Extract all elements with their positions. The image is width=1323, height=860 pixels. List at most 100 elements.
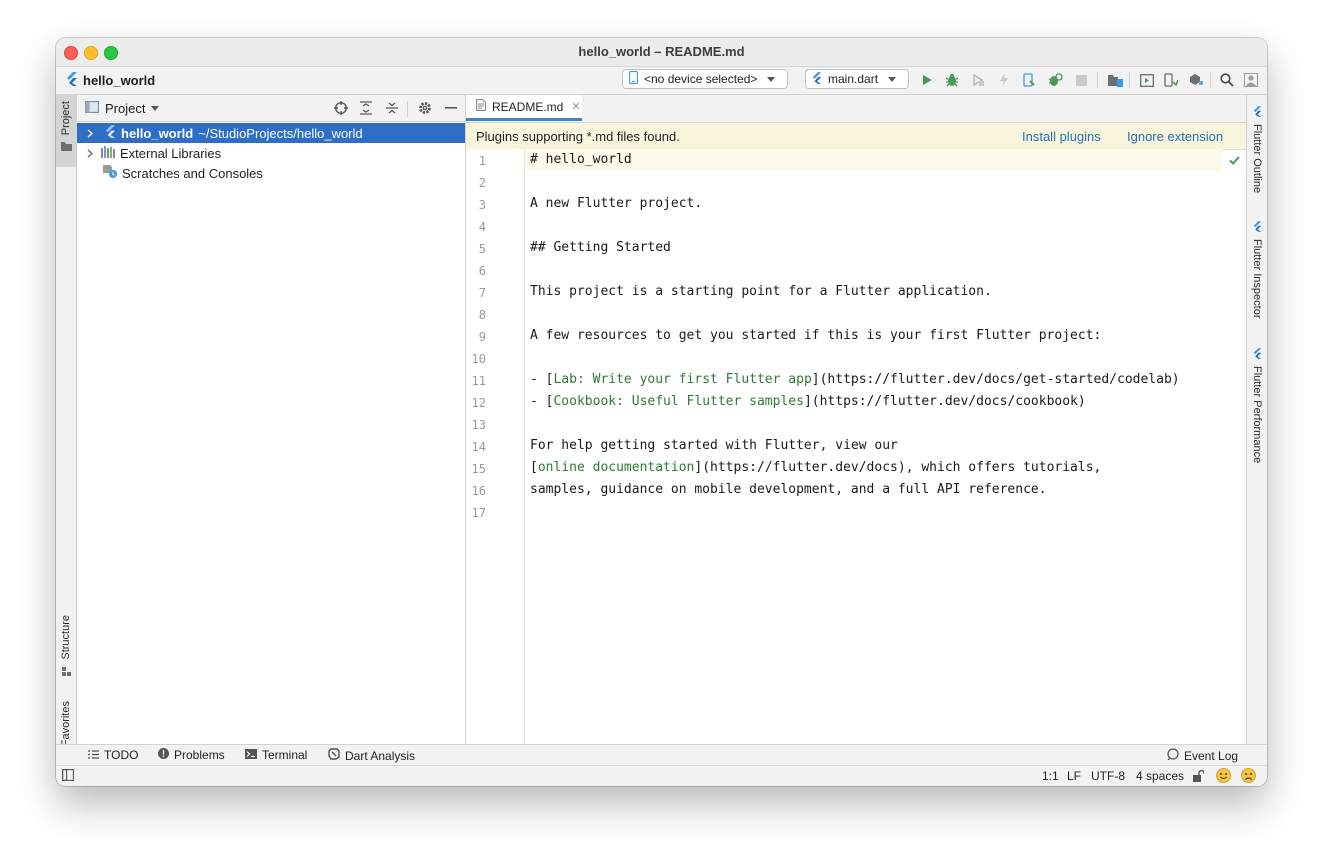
tool-dart-analysis[interactable]: Dart Analysis	[328, 748, 415, 763]
code-text: A few resources to get you started if th…	[530, 328, 1102, 343]
code-view[interactable]: 1 2 3 4 5 6 7 8 9 10 11 12 13 14 15 16 17 # hello_world A…	[466, 149, 1246, 745]
flutter-icon	[1253, 347, 1262, 362]
toolbar-divider	[1129, 72, 1130, 88]
line-number: 7	[478, 286, 486, 300]
breadcrumb-project[interactable]: hello_world	[83, 73, 155, 88]
code-text: ](https://flutter.dev/docs/cookbook)	[803, 394, 1086, 409]
device-selector[interactable]: <no device selected>	[622, 69, 788, 89]
tree-item-scratches[interactable]: Scratches and Consoles	[77, 163, 465, 183]
run-config-label: main.dart	[828, 72, 879, 86]
indent-setting[interactable]: 4 spaces	[1136, 769, 1184, 783]
code-line: This project is a starting point for a F…	[530, 284, 992, 299]
locate-icon[interactable]	[332, 99, 350, 117]
code-text: ](https://flutter.dev/docs), which offer…	[694, 460, 1102, 475]
file-encoding[interactable]: UTF-8	[1091, 769, 1125, 783]
code-text: - [	[530, 372, 554, 387]
tab-flutter-outline[interactable]: Flutter Outline	[1247, 105, 1267, 193]
tab-readme[interactable]: README.md ✕	[466, 95, 582, 121]
line-number: 16	[471, 484, 486, 498]
toggle-tool-windows-icon[interactable]	[62, 769, 74, 784]
close-tab-icon[interactable]: ✕	[571, 100, 580, 113]
line-number: 12	[471, 396, 486, 410]
coverage-icon[interactable]	[969, 71, 987, 89]
run-icon[interactable]	[918, 71, 936, 89]
project-tree: hello_world ~/StudioProjects/hello_world…	[77, 122, 465, 183]
line-number: 1	[478, 154, 486, 168]
line-number: 5	[478, 242, 486, 256]
user-avatar-icon[interactable]	[1242, 71, 1260, 89]
tab-flutter-outline-label: Flutter Outline	[1251, 124, 1263, 194]
code-line: [online documentation](https://flutter.d…	[530, 460, 1101, 475]
tool-problems[interactable]: Problems	[158, 748, 225, 762]
expand-all-icon[interactable]	[357, 99, 375, 117]
attach-debugger-icon[interactable]	[1020, 71, 1038, 89]
toolbar-divider	[1097, 72, 1098, 88]
gear-icon[interactable]	[416, 99, 434, 117]
line-separator[interactable]: LF	[1067, 769, 1081, 783]
collapse-all-icon[interactable]	[383, 99, 401, 117]
project-panel-header: Project	[77, 95, 465, 122]
hot-reload-icon[interactable]	[995, 71, 1013, 89]
ide-window: hello_world – README.md hello_world <no …	[56, 38, 1267, 786]
file-icon	[476, 99, 486, 114]
line-number: 11	[471, 374, 486, 388]
tab-project-label: Project	[60, 101, 72, 136]
flutter-icon	[812, 71, 822, 87]
tab-structure-label: Structure	[60, 615, 72, 660]
tab-flutter-performance[interactable]: Flutter Performance	[1247, 347, 1267, 463]
line-number: 3	[478, 198, 486, 212]
line-number: 10	[471, 352, 486, 366]
sdk-manager-icon[interactable]	[1187, 71, 1205, 89]
line-number: 6	[478, 264, 486, 278]
tab-project[interactable]: Project	[56, 95, 76, 167]
markdown-link-text: online documentation	[537, 460, 695, 475]
flutter-project-icon	[105, 125, 116, 141]
caret-position[interactable]: 1:1	[1042, 769, 1059, 783]
debug-icon[interactable]	[943, 71, 961, 89]
chevron-right-icon[interactable]	[83, 128, 97, 138]
markdown-link-text: Cookbook: Useful Flutter samples	[553, 394, 804, 409]
banner-message: Plugins supporting *.md files found.	[476, 129, 680, 144]
tool-todo-label: TODO	[104, 748, 139, 762]
code-line: # hello_world	[530, 152, 632, 167]
project-structure-icon[interactable]	[1106, 71, 1124, 89]
code-text: # hello_world	[530, 152, 632, 167]
flutter-icon	[1253, 105, 1262, 120]
run-config-selector[interactable]: main.dart	[805, 69, 909, 89]
code-line: - [Lab: Write your first Flutter app](ht…	[530, 372, 1180, 387]
code-text: samples, guidance on mobile development,…	[530, 482, 1047, 497]
stop-icon[interactable]	[1072, 71, 1090, 89]
flutter-icon	[1253, 220, 1262, 235]
tab-structure[interactable]: Structure	[56, 615, 76, 687]
line-number: 15	[471, 462, 486, 476]
happy-face-icon[interactable]	[1216, 768, 1231, 786]
tree-item-external-libraries[interactable]: External Libraries	[77, 143, 465, 163]
search-icon[interactable]	[1218, 71, 1236, 89]
code-text: - [	[530, 394, 554, 409]
install-plugins-link[interactable]: Install plugins	[1022, 129, 1101, 144]
code-line: ## Getting Started	[530, 240, 671, 255]
avd-manager-icon[interactable]	[1138, 71, 1156, 89]
project-view-selector[interactable]: Project	[85, 101, 160, 116]
ignore-extension-link[interactable]: Ignore extension	[1127, 129, 1223, 144]
tab-favorites-label: Favorites	[60, 701, 72, 747]
checkmark-icon[interactable]	[1229, 153, 1240, 168]
tree-item-hello-world[interactable]: hello_world ~/StudioProjects/hello_world	[77, 123, 465, 143]
hide-panel-icon[interactable]	[442, 99, 460, 117]
header-divider	[407, 101, 408, 117]
chevron-right-icon[interactable]	[83, 148, 97, 158]
device-manager-icon[interactable]	[1162, 71, 1180, 89]
info-icon	[158, 748, 169, 762]
tool-todo[interactable]: TODO	[88, 748, 138, 762]
tab-flutter-inspector[interactable]: Flutter Inspector	[1247, 220, 1267, 318]
tool-terminal-label: Terminal	[262, 748, 308, 762]
tool-terminal[interactable]: Terminal	[245, 748, 307, 762]
tool-event-log[interactable]: Event Log	[1167, 748, 1238, 763]
sad-face-icon[interactable]	[1241, 768, 1256, 786]
scratches-icon	[103, 165, 117, 181]
code-text: ## Getting Started	[530, 240, 671, 255]
profile-icon[interactable]	[1046, 71, 1064, 89]
breadcrumb[interactable]: hello_world	[66, 72, 155, 89]
project-panel: Project hello_world ~/StudioProjects/hel…	[77, 95, 466, 745]
lock-icon[interactable]	[1193, 769, 1205, 785]
